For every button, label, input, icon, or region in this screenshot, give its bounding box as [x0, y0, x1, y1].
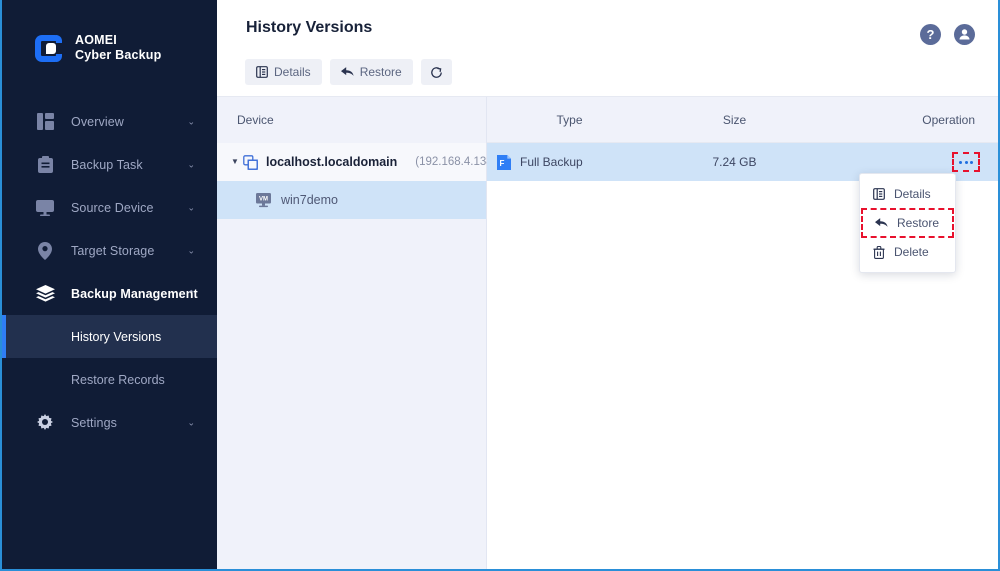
restore-button-label: Restore [359, 65, 402, 79]
svg-text:VM: VM [259, 196, 268, 202]
details-button[interactable]: Details [245, 59, 322, 85]
server-host-icon [242, 154, 258, 170]
device-tree-panel: Device ▼ localhost.localdomain (192.168.… [217, 97, 496, 569]
host-ip-address: (192.168.4.138) [415, 156, 497, 168]
sidebar-item-label: Overview [71, 114, 124, 129]
brand-line-2: Cyber Backup [75, 48, 162, 62]
sidebar-item-target-storage[interactable]: Target Storage ⌄ [2, 229, 217, 272]
column-header-type: Type [556, 112, 583, 127]
caret-down-icon[interactable]: ▼ [228, 158, 242, 166]
chevron-down-icon: ⌄ [187, 245, 195, 255]
context-menu-label: Restore [897, 216, 940, 230]
application-window: AOMEI Cyber Backup Overview ⌄ Backup Tas… [0, 0, 1000, 571]
layers-icon [35, 284, 55, 304]
sidebar-item-backup-management[interactable]: Backup Management ⌃ [2, 272, 217, 315]
question-mark-icon[interactable]: ? [920, 24, 941, 45]
column-header-size: Size [722, 112, 747, 127]
sidebar-item-history-versions[interactable]: History Versions [2, 315, 217, 358]
context-menu-item-details[interactable]: Details [860, 180, 955, 208]
page-title: History Versions [246, 19, 373, 36]
backup-size-label: 7.24 GB [712, 155, 757, 169]
aomei-logo-icon [35, 34, 62, 62]
sidebar-item-backup-task[interactable]: Backup Task ⌄ [2, 143, 217, 186]
sidebar-item-label: Settings [71, 415, 117, 430]
sidebar-item-label: Backup Task [71, 157, 143, 172]
sidebar-item-restore-records[interactable]: Restore Records [2, 358, 217, 401]
sidebar: AOMEI Cyber Backup Overview ⌄ Backup Tas… [2, 0, 217, 569]
more-options-icon[interactable] [952, 152, 980, 172]
sidebar-item-settings[interactable]: Settings ⌄ [2, 401, 217, 444]
backup-type-cell: F Full Backup [487, 154, 652, 170]
trash-icon [873, 245, 885, 259]
monitor-icon [35, 198, 55, 218]
tree-row-host[interactable]: ▼ localhost.localdomain (192.168.4.138) [217, 143, 496, 181]
tree-row-vm[interactable]: VM win7demo [217, 181, 486, 219]
restore-button[interactable]: Restore [329, 59, 413, 85]
main-content: History Versions ? Details Restore Devic… [217, 0, 998, 569]
location-pin-icon [35, 241, 55, 261]
details-button-label: Details [274, 65, 311, 79]
operation-cell [817, 152, 998, 172]
context-menu-label: Details [894, 187, 931, 201]
user-account-icon[interactable] [954, 24, 975, 45]
chevron-down-icon: ⌄ [187, 159, 195, 169]
table-column-headers: Type Size Operation [487, 97, 998, 143]
topbar-actions: ? [920, 24, 975, 45]
context-menu-label: Delete [894, 245, 929, 259]
sidebar-item-label: Backup Management [71, 286, 198, 301]
backup-versions-panel: Type Size Operation F Full Backup 7.24 G… [487, 97, 998, 569]
device-tree: ▼ localhost.localdomain (192.168.4.138) [217, 143, 496, 569]
restore-arrow-icon [875, 217, 888, 229]
context-menu-item-delete[interactable]: Delete [860, 238, 955, 266]
svg-text:F: F [500, 159, 505, 168]
chevron-down-icon: ⌄ [187, 202, 195, 212]
chevron-down-icon: ⌄ [187, 116, 195, 126]
column-header-device: Device [217, 97, 486, 143]
full-backup-file-icon: F [497, 154, 512, 170]
details-icon [873, 188, 885, 200]
brand-name: AOMEI Cyber Backup [75, 33, 161, 63]
host-name: localhost.localdomain [266, 155, 398, 169]
details-icon [256, 66, 268, 78]
gear-icon [35, 413, 55, 433]
sidebar-nav: Overview ⌄ Backup Task ⌄ Source Device ⌄… [2, 96, 217, 569]
operation-context-menu: Details Restore Delete [859, 173, 956, 273]
sidebar-subitem-label: Restore Records [71, 372, 165, 387]
chevron-up-icon: ⌃ [187, 288, 195, 298]
refresh-icon [430, 66, 443, 79]
brand-line-1: AOMEI [75, 33, 117, 47]
refresh-button[interactable] [420, 59, 452, 85]
backup-type-label: Full Backup [520, 155, 583, 169]
sidebar-item-overview[interactable]: Overview ⌄ [2, 100, 217, 143]
context-menu-item-restore[interactable]: Restore [861, 208, 954, 238]
vm-icon: VM [254, 192, 272, 208]
history-versions-table: Device ▼ localhost.localdomain (192.168.… [217, 96, 998, 569]
sidebar-item-label: Source Device [71, 200, 154, 215]
toolbar: Details Restore [245, 59, 452, 85]
restore-arrow-icon [340, 66, 354, 78]
sidebar-subitem-label: History Versions [71, 329, 162, 344]
column-header-operation: Operation [922, 112, 975, 127]
sidebar-item-label: Target Storage [71, 243, 155, 258]
clipboard-icon [35, 155, 55, 175]
chevron-down-icon: ⌄ [187, 417, 195, 427]
sidebar-item-source-device[interactable]: Source Device ⌄ [2, 186, 217, 229]
brand-logo-area: AOMEI Cyber Backup [2, 0, 217, 96]
topbar: History Versions ? Details Restore [217, 0, 998, 96]
dashboard-icon [35, 112, 55, 132]
vm-name: win7demo [281, 193, 338, 207]
